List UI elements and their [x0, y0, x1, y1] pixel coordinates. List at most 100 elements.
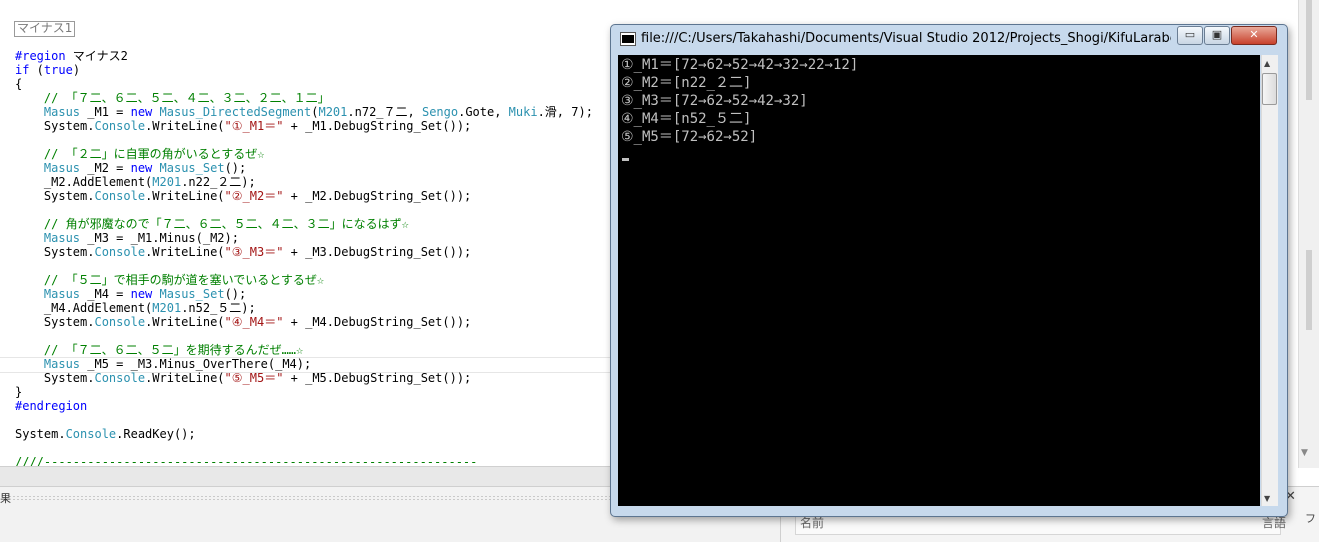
code-line[interactable]: } — [15, 385, 22, 399]
console-cursor — [622, 158, 629, 161]
code-token: Masus — [43, 231, 81, 245]
code-token: #endregion — [15, 399, 88, 413]
code-line[interactable]: Masus _M1 = new Masus_DirectedSegment(M2… — [15, 105, 593, 119]
console-app-icon — [620, 32, 636, 46]
code-line[interactable]: System.Console.WriteLine("①_M1＝" + _M1.D… — [15, 119, 471, 133]
code-token: "⑤_M5＝" — [224, 371, 284, 385]
code-token: System. — [15, 315, 95, 329]
code-token: Masus — [43, 161, 81, 175]
code-line[interactable]: // 「２二」に自軍の角がいるとするぜ☆ — [15, 147, 265, 161]
code-token: #region — [15, 49, 66, 63]
code-token: "②_M2＝" — [224, 189, 284, 203]
code-token: // 角が邪魔なので「７二、６二、５二、４二、３二」になるはず☆ — [15, 217, 409, 231]
code-token: Masus — [43, 287, 81, 301]
code-line[interactable]: System.Console.WriteLine("②_M2＝" + _M2.D… — [15, 189, 471, 203]
code-line[interactable]: // 「５二」で相手の駒が道を塞いでいるとするぜ☆ — [15, 273, 324, 287]
code-token: Console — [94, 189, 146, 203]
code-token: System. — [15, 427, 66, 441]
code-token: Console — [94, 119, 146, 133]
code-token: System. — [15, 371, 95, 385]
code-line[interactable]: // 角が邪魔なので「７二、６二、５二、４二、３二」になるはず☆ — [15, 217, 409, 231]
code-token: _M3 = _M1.Minus(_M2); — [80, 231, 239, 245]
code-line[interactable]: #endregion — [15, 399, 87, 413]
code-token: Muki — [508, 105, 538, 119]
panel-drag-grip[interactable] — [8, 495, 613, 500]
code-token: M201 — [318, 105, 348, 119]
close-button[interactable]: ✕ — [1231, 26, 1277, 45]
code-token: System. — [15, 189, 95, 203]
collapsed-region-marker[interactable]: マイナス1 — [14, 21, 76, 37]
code-token: // 「７二、６二、５二、４二、３二、２二、１二」 — [15, 91, 330, 105]
code-line[interactable]: // 「７二、６二、５二」を期待するんだぜ……☆ — [15, 343, 303, 357]
code-line[interactable]: Masus _M5 = _M3.Minus_OverThere(_M4); — [15, 357, 311, 371]
console-output-line: ①_M1＝[72→62→52→42→32→22→12] — [621, 57, 859, 73]
code-token: _M2.AddElement( — [15, 175, 153, 189]
code-token: { — [15, 77, 23, 91]
code-token: .n22_２二); — [181, 175, 256, 189]
code-token: Console — [94, 245, 146, 259]
code-token: Masus_Set — [159, 161, 225, 175]
code-token: true — [43, 63, 73, 77]
code-line[interactable]: Masus _M3 = _M1.Minus(_M2); — [15, 231, 239, 245]
code-token: Console — [65, 427, 117, 441]
code-token: Sengo — [421, 105, 459, 119]
code-token: new — [130, 105, 153, 119]
code-line[interactable]: { — [15, 77, 22, 91]
code-token: new — [130, 287, 153, 301]
code-line[interactable]: #region マイナス2 — [15, 49, 128, 63]
code-token: .Gote, — [458, 105, 509, 119]
scroll-down-icon[interactable]: ▼ — [1301, 448, 1308, 458]
code-token: .WriteLine( — [145, 371, 225, 385]
minimize-button[interactable]: ▭ — [1177, 26, 1203, 45]
code-token: .n72_７二, — [347, 105, 422, 119]
code-token: Masus_Set — [159, 287, 225, 301]
code-line[interactable]: _M4.AddElement(M201.n52_５二); — [15, 301, 256, 315]
panel-tab-label[interactable]: フ — [1305, 510, 1316, 526]
code-token: Masus — [43, 357, 81, 371]
code-token: } — [15, 385, 23, 399]
console-output-line: ④_M4＝[n52_５二] — [621, 111, 752, 127]
console-scrollbar-thumb[interactable] — [1262, 73, 1277, 105]
code-token: M201 — [152, 301, 182, 315]
console-scrollbar[interactable] — [1261, 55, 1278, 506]
code-token: if — [15, 63, 30, 77]
code-line[interactable]: Masus _M4 = new Masus_Set(); — [15, 287, 246, 301]
code-token: + _M5.DebugString_Set()); — [283, 371, 472, 385]
console-scroll-up-icon[interactable]: ▲ — [1264, 59, 1270, 68]
code-token: _M4.AddElement( — [15, 301, 153, 315]
code-token: "①_M1＝" — [224, 119, 284, 133]
code-token: Masus — [43, 105, 81, 119]
code-line[interactable]: System.Console.ReadKey(); — [15, 427, 196, 441]
code-line[interactable]: // 「７二、６二、５二、４二、３二、２二、１二」 — [15, 91, 330, 105]
console-output-line: ③_M3＝[72→62→52→42→32] — [621, 93, 808, 109]
code-token: ) — [72, 63, 81, 77]
code-token: + _M1.DebugString_Set()); — [283, 119, 472, 133]
console-scroll-down-icon[interactable]: ▼ — [1264, 494, 1270, 503]
scrollbar-marker — [1306, 0, 1312, 100]
console-output-line: ⑤_M5＝[72→62→52] — [621, 129, 758, 145]
code-line[interactable]: System.Console.WriteLine("⑤_M5＝" + _M5.D… — [15, 371, 471, 385]
code-token: (); — [224, 287, 247, 301]
console-output-line: ②_M2＝[n22_２二] — [621, 75, 752, 91]
code-line[interactable]: if (true) — [15, 63, 80, 77]
code-token: Console — [94, 371, 146, 385]
code-token: .WriteLine( — [145, 245, 225, 259]
code-token: .WriteLine( — [145, 119, 225, 133]
code-token: .n52_５二); — [181, 301, 256, 315]
code-token: .滑, 7); — [537, 105, 593, 119]
code-line[interactable]: System.Console.WriteLine("④_M4＝" + _M4.D… — [15, 315, 471, 329]
code-token: + _M3.DebugString_Set()); — [283, 245, 472, 259]
code-token: System. — [15, 119, 95, 133]
code-line[interactable]: _M2.AddElement(M201.n22_２二); — [15, 175, 256, 189]
code-token: "③_M3＝" — [224, 245, 284, 259]
code-line[interactable]: System.Console.WriteLine("③_M3＝" + _M3.D… — [15, 245, 471, 259]
code-line[interactable]: Masus _M2 = new Masus_Set(); — [15, 161, 246, 175]
code-token: + _M4.DebugString_Set()); — [283, 315, 472, 329]
code-token: System. — [15, 245, 95, 259]
maximize-button[interactable]: ▣ — [1204, 26, 1230, 45]
